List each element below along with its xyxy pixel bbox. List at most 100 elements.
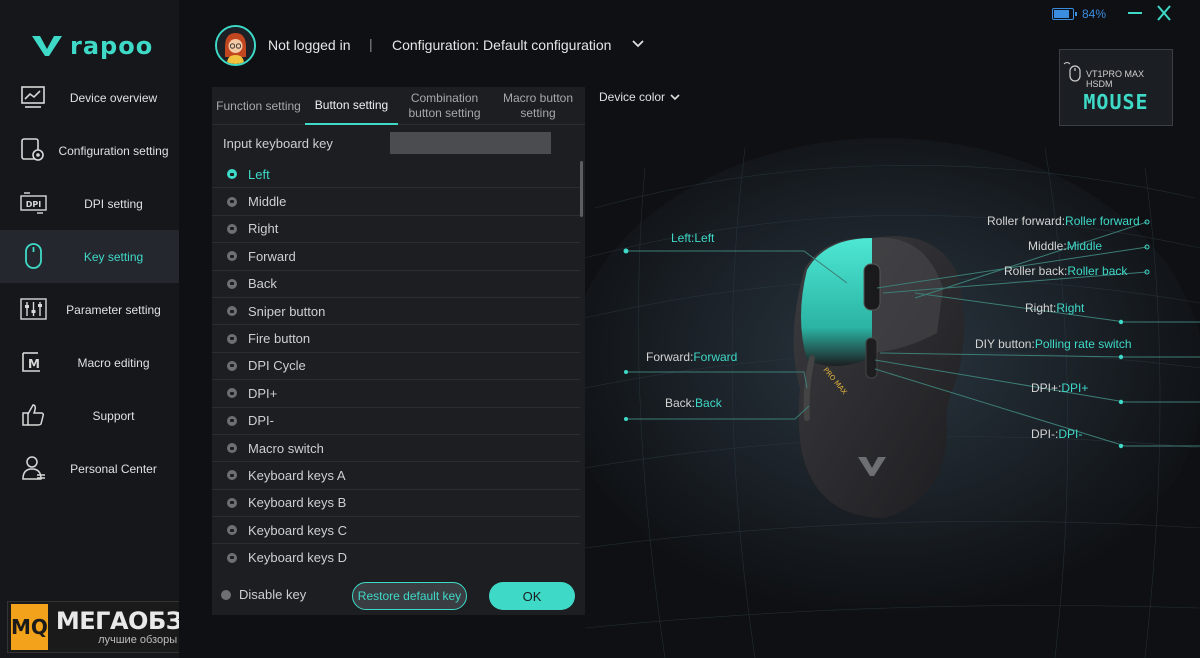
callout-back[interactable]: Back:Back	[665, 396, 722, 410]
sidebar-item-support[interactable]: Support	[0, 389, 179, 442]
callout-middle[interactable]: Middle:Middle	[1028, 239, 1102, 253]
login-status[interactable]: Not logged in	[268, 37, 351, 53]
device-color-dropdown[interactable]: Device color	[599, 90, 680, 104]
key-option-item[interactable]: Keyboard keys D	[212, 544, 580, 569]
key-option-item[interactable]: Keyboard keys C	[212, 517, 580, 545]
configuration-selector[interactable]: Configuration: Default configuration	[392, 37, 611, 53]
sidebar: rapoo Device overview Configuration sett…	[0, 0, 179, 658]
radio-button[interactable]	[227, 443, 237, 454]
tab-function-setting[interactable]: Function setting	[212, 87, 305, 125]
callout-left[interactable]: Left:Left	[671, 231, 714, 245]
key-option-label: DPI+	[248, 385, 278, 401]
key-option-item[interactable]: DPI Cycle	[212, 353, 580, 381]
battery-fill	[1054, 10, 1070, 18]
radio-button[interactable]	[227, 415, 237, 426]
key-option-item[interactable]: Keyboard keys A	[212, 462, 580, 490]
key-option-label: Fire button	[248, 331, 311, 347]
key-option-item[interactable]: DPI+	[212, 380, 580, 408]
config-gear-icon	[21, 138, 44, 161]
header-separator: |	[369, 36, 373, 52]
battery-indicator: 84%	[1052, 7, 1106, 21]
tab-button-setting[interactable]: Button setting	[305, 87, 398, 125]
keyboard-key-input[interactable]	[390, 132, 551, 154]
key-option-item[interactable]: Right	[212, 216, 580, 244]
radio-button[interactable]	[227, 251, 237, 262]
device-type: MOUSE	[1083, 90, 1149, 114]
sidebar-item-label: Key setting	[83, 249, 144, 264]
tab-macro-button-setting[interactable]: Macro button setting	[491, 87, 585, 125]
svg-text:M: M	[28, 357, 40, 371]
avatar[interactable]	[215, 25, 256, 66]
main-area: PRO MAX Left:Left Roller forward:Roller …	[179, 0, 1200, 658]
key-option-label: Keyboard keys A	[248, 467, 346, 483]
key-option-item[interactable]: Fire button	[212, 325, 580, 353]
key-option-label: DPI-	[248, 413, 274, 429]
callout-right[interactable]: Right:Right	[1025, 301, 1084, 315]
disable-key-label: Disable key	[239, 587, 307, 602]
radio-button[interactable]	[227, 306, 237, 317]
radio-button[interactable]	[227, 278, 237, 289]
radio-button[interactable]	[227, 388, 237, 399]
callout-roller-back[interactable]: Roller back:Roller back	[1004, 264, 1127, 278]
key-option-item[interactable]: Back	[212, 271, 580, 298]
minimize-icon[interactable]	[1125, 4, 1145, 22]
disable-key-option[interactable]: Disable key	[221, 587, 306, 602]
radio-button[interactable]	[227, 333, 237, 344]
rapoo-logo: rapoo	[30, 32, 153, 60]
keyboard-key-label: Input keyboard key	[223, 136, 333, 151]
sidebar-item-personal-center[interactable]: Personal Center	[0, 442, 179, 495]
key-option-list: Left Middle Right Forward Back Sniper button F…	[212, 161, 580, 569]
device-stage: PRO MAX Left:Left Roller forward:Roller …	[585, 88, 1200, 658]
sidebar-item-configuration-setting[interactable]: Configuration setting	[0, 124, 179, 177]
callout-diy-button[interactable]: DIY button:Polling rate switch	[975, 337, 1132, 351]
radio-button[interactable]	[227, 196, 237, 207]
rapoo-v-logo-icon	[32, 36, 62, 56]
radio-button[interactable]	[227, 360, 237, 371]
mouse-icon	[25, 243, 42, 269]
restore-default-key-button[interactable]: Restore default key	[352, 582, 467, 610]
key-option-item[interactable]: DPI-	[212, 408, 580, 435]
radio-button[interactable]	[227, 497, 237, 508]
key-option-label: Keyboard keys B	[248, 495, 347, 511]
key-option-label: Right	[248, 221, 279, 237]
key-option-label: DPI Cycle	[248, 358, 306, 374]
option-list-scrollbar[interactable]	[580, 161, 583, 217]
callout-forward[interactable]: Forward:Forward	[646, 350, 737, 364]
key-setting-panel: Function setting Button setting Combinat…	[212, 87, 585, 615]
radio-button[interactable]	[227, 552, 237, 563]
sidebar-item-label: Device overview	[69, 90, 158, 105]
mouse-diagram: PRO MAX	[585, 138, 1200, 658]
radio-button[interactable]	[227, 169, 237, 180]
disable-key-radio[interactable]	[221, 589, 231, 600]
key-option-item[interactable]: Macro switch	[212, 435, 580, 463]
key-option-item[interactable]: Sniper button	[212, 298, 580, 326]
sidebar-item-dpi-setting[interactable]: DPI DPI setting	[0, 177, 179, 230]
radio-button[interactable]	[227, 525, 237, 536]
close-icon[interactable]	[1154, 4, 1174, 22]
device-card[interactable]: VT1PRO MAX HSDM MOUSE	[1059, 49, 1173, 126]
key-option-item[interactable]: Middle	[212, 188, 580, 216]
header: Not logged in | Configuration: Default c…	[179, 0, 1200, 126]
key-option-label: Keyboard keys C	[248, 522, 347, 538]
sidebar-item-device-overview[interactable]: Device overview	[0, 71, 179, 124]
sidebar-item-parameter-setting[interactable]: Parameter setting	[0, 283, 179, 336]
radio-button[interactable]	[227, 470, 237, 481]
key-option-item[interactable]: Left	[212, 161, 580, 189]
key-option-item[interactable]: Keyboard keys B	[212, 490, 580, 518]
sidebar-item-macro-editing[interactable]: M Macro editing	[0, 336, 179, 389]
callout-roller-forward[interactable]: Roller forward:Roller forward	[987, 214, 1140, 228]
sidebar-item-label: Macro editing	[77, 355, 150, 370]
ok-button[interactable]: OK	[489, 582, 575, 610]
callout-dpi-minus[interactable]: DPI-:DPI-	[1031, 427, 1082, 441]
thumbs-up-icon	[22, 404, 45, 426]
callout-dpi-plus[interactable]: DPI+:DPI+	[1031, 381, 1088, 395]
wireless-mouse-icon	[1063, 62, 1081, 82]
chevron-down-icon[interactable]	[631, 38, 645, 50]
key-option-item[interactable]: Forward	[212, 243, 580, 271]
key-option-label: Keyboard keys D	[248, 550, 347, 566]
sidebar-item-key-setting[interactable]: Key setting	[0, 230, 179, 283]
radio-button[interactable]	[227, 223, 237, 234]
key-option-label: Forward	[248, 248, 296, 264]
tab-combination-button-setting[interactable]: Combination button setting	[398, 87, 491, 125]
key-option-label: Macro switch	[248, 440, 324, 456]
